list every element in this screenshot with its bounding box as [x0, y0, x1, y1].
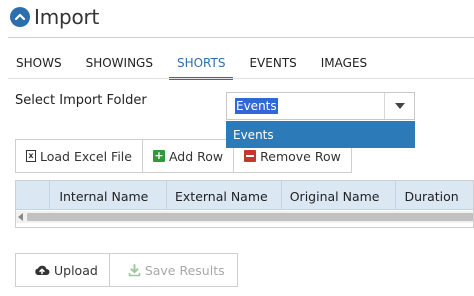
scrollbar-thumb[interactable]	[27, 213, 473, 221]
row-select-header[interactable]	[16, 181, 51, 210]
add-row-label: Add Row	[168, 148, 224, 164]
caret-down-icon	[394, 103, 405, 109]
chevron-up-circle-icon[interactable]	[10, 7, 30, 27]
shorts-grid: Internal Name External Name Original Nam…	[15, 180, 474, 228]
import-folder-label: Select Import Folder	[15, 93, 147, 108]
page-header: Import	[10, 4, 99, 30]
title-divider	[8, 37, 474, 38]
excel-file-icon: x	[26, 150, 36, 162]
save-results-label: Save Results	[144, 262, 225, 278]
column-header-duration[interactable]: Duration	[396, 181, 473, 210]
upload-button[interactable]: Upload	[16, 254, 110, 286]
import-folder-selected-value: Events	[235, 98, 278, 114]
plus-icon: +	[152, 149, 165, 162]
scroll-left-arrow-icon[interactable]	[18, 213, 23, 221]
cloud-upload-icon	[34, 264, 50, 276]
import-actions-bar: Upload Save Results	[15, 253, 238, 287]
dropdown-toggle[interactable]	[384, 93, 414, 119]
column-header-internal-name[interactable]: Internal Name	[50, 181, 167, 210]
import-folder-select[interactable]: Events	[226, 92, 415, 120]
remove-row-label: Remove Row	[260, 148, 341, 164]
tab-bar: SHOWS SHOWINGS SHORTS EVENTS IMAGES	[16, 48, 391, 80]
tab-shorts[interactable]: SHORTS	[169, 48, 233, 80]
column-header-original-name[interactable]: Original Name	[282, 181, 397, 210]
tab-divider	[8, 78, 474, 79]
tab-showings[interactable]: SHOWINGS	[86, 48, 153, 78]
tab-events[interactable]: EVENTS	[249, 48, 296, 78]
page-title: Import	[34, 5, 100, 29]
dropdown-option-events[interactable]: Events	[226, 121, 415, 148]
grid-header-row: Internal Name External Name Original Nam…	[16, 181, 473, 210]
add-row-button[interactable]: + Add Row	[142, 140, 235, 172]
save-results-button[interactable]: Save Results	[110, 254, 237, 286]
tab-images[interactable]: IMAGES	[321, 48, 367, 78]
load-excel-button[interactable]: x Load Excel File	[16, 140, 143, 172]
upload-label: Upload	[54, 262, 98, 278]
horizontal-scrollbar[interactable]	[16, 211, 473, 223]
load-excel-label: Load Excel File	[40, 148, 132, 164]
tab-shows[interactable]: SHOWS	[16, 48, 62, 78]
download-icon	[128, 263, 141, 277]
column-header-external-name[interactable]: External Name	[167, 181, 282, 210]
minus-icon	[244, 150, 257, 162]
